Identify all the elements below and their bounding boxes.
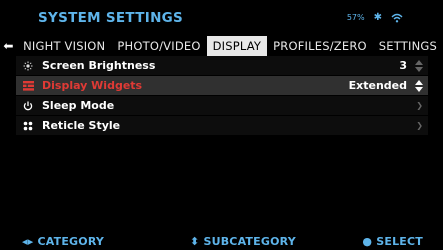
chevron-right-icon: ❯ (416, 121, 423, 130)
tab-photo-video[interactable]: PHOTO/VIDEO (111, 36, 206, 56)
menu-item-display-widgets[interactable]: Display Widgets Extended (16, 76, 428, 95)
subcategory-hint: ⬍ SUBCATEGORY (190, 235, 296, 248)
status-area: 57% ✱ (347, 12, 403, 23)
grid-icon (18, 116, 38, 135)
settings-menu: Screen Brightness 3 Display Widgets Exte… (16, 56, 428, 136)
select-hint: ● SELECT (362, 235, 423, 248)
menu-item-label: Reticle Style (42, 119, 121, 132)
battery-percent: 57% (346, 13, 365, 22)
up-down-arrows-icon: ⬍ (190, 235, 200, 248)
tab-display[interactable]: DISPLAY (206, 36, 268, 56)
page-title: SYSTEM SETTINGS (38, 10, 184, 26)
menu-item-label: Sleep Mode (42, 99, 115, 112)
bluetooth-icon: ✱ (373, 12, 382, 23)
tab-night-vision[interactable]: NIGHT VISION (17, 36, 111, 56)
menu-item-screen-brightness[interactable]: Screen Brightness 3 (16, 56, 428, 75)
menu-item-label: Display Widgets (42, 79, 143, 92)
menu-item-reticle-style[interactable]: Reticle Style ❯ (16, 116, 428, 135)
left-right-arrows-icon: ◂▸ (22, 235, 34, 248)
category-tabs: ⬅ NIGHT VISION PHOTO/VIDEO DISPLAY PROFI… (0, 36, 443, 56)
chevron-right-icon: ❯ (416, 101, 423, 110)
footer-hints: ◂▸ CATEGORY ⬍ SUBCATEGORY ● SELECT (0, 232, 443, 250)
menu-item-value: 3 (399, 59, 407, 72)
back-arrow-icon[interactable]: ⬅ (0, 39, 17, 53)
tab-settings[interactable]: SETTINGS (373, 36, 443, 56)
brightness-icon (18, 56, 38, 75)
select-hint-label: SELECT (376, 235, 423, 248)
category-hint-label: CATEGORY (37, 235, 105, 248)
updown-icon (413, 59, 425, 72)
widgets-icon (18, 76, 38, 95)
menu-item-sleep-mode[interactable]: Sleep Mode ❯ (16, 96, 428, 115)
header-bar: SYSTEM SETTINGS 57% ✱ (0, 0, 443, 34)
menu-item-value: Extended (348, 79, 407, 92)
power-icon (18, 96, 38, 115)
updown-icon (413, 79, 425, 92)
tab-profiles-zero[interactable]: PROFILES/ZERO (267, 36, 373, 56)
subcategory-hint-label: SUBCATEGORY (203, 235, 296, 248)
category-hint: ◂▸ CATEGORY (22, 235, 104, 248)
select-dot-icon: ● (362, 235, 373, 248)
menu-item-label: Screen Brightness (42, 59, 156, 72)
wifi-icon (391, 13, 403, 23)
